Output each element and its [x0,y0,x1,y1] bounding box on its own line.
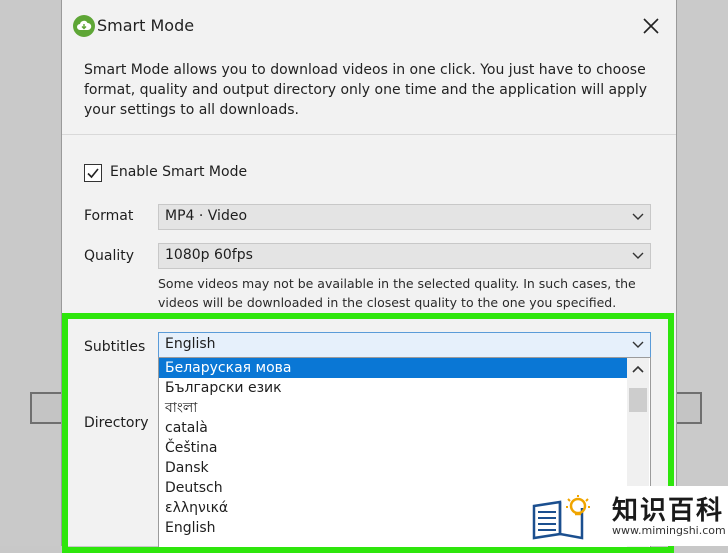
dialog-description: Smart Mode allows you to download videos… [84,62,648,118]
background-app-right [676,0,728,546]
background-panel-edge-right [676,392,702,424]
watermark: 知识百科 www.mimingshi.com [518,486,728,546]
quality-value: 1080p 60fps [165,247,253,263]
format-value: MP4 · Video [165,208,248,224]
close-button[interactable] [636,12,666,40]
quality-note: Some videos may not be available in the … [158,276,636,310]
close-icon [643,18,659,34]
app-icon [73,15,95,37]
quality-select[interactable]: 1080p 60fps [158,243,651,269]
watermark-url: www.mimingshi.com [612,524,726,537]
enable-smart-mode-label: Enable Smart Mode [110,164,248,180]
title-bar: Smart Mode [62,0,676,50]
divider [62,134,676,135]
dialog-title: Smart Mode [97,16,195,35]
background-app-left [0,0,60,546]
format-select[interactable]: MP4 · Video [158,204,651,230]
format-label: Format [84,208,134,224]
checkmark-icon [87,168,99,179]
chevron-down-icon [632,252,644,259]
enable-smart-mode-checkbox[interactable] [84,164,102,182]
book-lightbulb-icon [532,495,590,540]
background-panel-edge-left [30,392,64,424]
watermark-title: 知识百科 [612,496,725,526]
quality-label: Quality [84,248,135,264]
chevron-down-icon [632,213,644,220]
